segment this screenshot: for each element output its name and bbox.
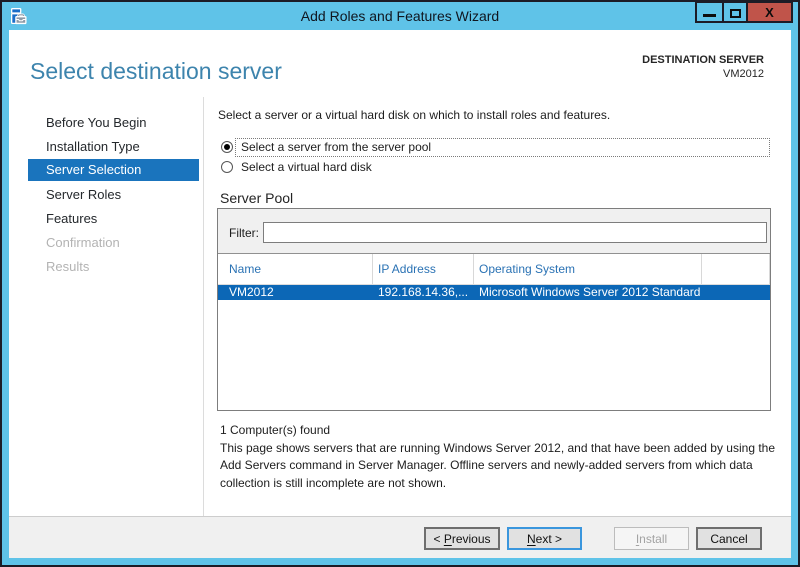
server-os-cell: Microsoft Windows Server 2012 Standard	[479, 285, 701, 299]
radio-row-virtual-hard-disk: Select a virtual hard disk	[221, 157, 770, 177]
wizard-steps-sidebar: Before You Begin Installation Type Serve…	[9, 111, 203, 279]
sidebar-item-results: Results	[46, 259, 90, 274]
radio-row-server-pool: Select a server from the server pool	[221, 137, 770, 157]
page-title: Select destination server	[30, 58, 282, 84]
minimize-button[interactable]	[695, 1, 724, 23]
server-name-cell: VM2012	[229, 285, 274, 299]
install-button[interactable]: Install	[614, 527, 689, 550]
server-table-header: Name IP Address Operating System	[218, 254, 770, 285]
radio-virtual-hard-disk-label[interactable]: Select a virtual hard disk	[235, 158, 770, 177]
filter-bar: Filter:	[218, 209, 770, 254]
close-button[interactable]: X	[746, 1, 793, 23]
radio-virtual-hard-disk[interactable]	[221, 161, 233, 173]
server-ip-cell: 192.168.14.36,...	[378, 285, 469, 299]
column-header-ip-address[interactable]: IP Address	[373, 254, 474, 284]
server-row-vm2012[interactable]: VM2012 192.168.14.36,... Microsoft Windo…	[218, 285, 770, 300]
sidebar-item-server-roles[interactable]: Server Roles	[9, 183, 203, 207]
column-header-filler	[702, 254, 770, 284]
close-icon: X	[765, 5, 774, 20]
window-title: Add Roles and Features Wizard	[300, 8, 500, 24]
filter-label: Filter:	[229, 226, 259, 240]
description-line: Add Servers command in Server Manager. O…	[220, 458, 753, 473]
destination-server-value: VM2012	[723, 68, 764, 80]
server-pool-box: Filter: Name IP Address Operating System…	[217, 208, 771, 411]
sidebar-item-server-selection[interactable]: Server Selection	[28, 159, 199, 181]
window-controls: X	[695, 1, 793, 23]
radio-server-pool-label[interactable]: Select a server from the server pool	[235, 137, 770, 157]
maximize-button[interactable]	[722, 1, 748, 23]
next-button[interactable]: Next >	[507, 527, 582, 550]
previous-button[interactable]: < Previous	[424, 527, 500, 550]
radio-server-pool[interactable]	[221, 141, 233, 153]
server-row-filler	[702, 285, 770, 300]
title-bar[interactable]: Add Roles and Features Wizard X	[2, 1, 798, 30]
minimize-icon	[703, 13, 716, 17]
sidebar-separator	[203, 97, 204, 516]
server-pool-title: Server Pool	[220, 190, 294, 206]
page-description: This page shows servers that are running…	[220, 440, 786, 492]
column-header-operating-system[interactable]: Operating System	[474, 254, 702, 284]
sidebar-item-installation-type[interactable]: Installation Type	[9, 135, 203, 159]
description-line: collection is still incomplete are not s…	[220, 475, 447, 490]
wizard-window: Add Roles and Features Wizard X Select d…	[0, 0, 800, 567]
destination-server-label: DESTINATION SERVER	[642, 54, 764, 66]
maximize-icon	[729, 8, 741, 18]
computer-count-text: 1 Computer(s) found	[220, 423, 331, 437]
client-area: Select destination server DESTINATION SE…	[9, 30, 791, 558]
sidebar-item-before-you-begin[interactable]: Before You Begin	[9, 111, 203, 135]
cancel-button[interactable]: Cancel	[696, 527, 762, 550]
column-header-name[interactable]: Name	[218, 254, 373, 284]
description-line: This page shows servers that are running…	[220, 441, 776, 455]
filter-input[interactable]	[263, 222, 767, 243]
footer-bar: < Previous Next > Install Cancel	[9, 516, 791, 558]
destination-server-block: DESTINATION SERVER VM2012	[642, 53, 764, 81]
sidebar-item-confirmation: Confirmation	[46, 235, 120, 250]
intro-text: Select a server or a virtual hard disk o…	[218, 108, 611, 122]
sidebar-item-features[interactable]: Features	[9, 207, 203, 231]
